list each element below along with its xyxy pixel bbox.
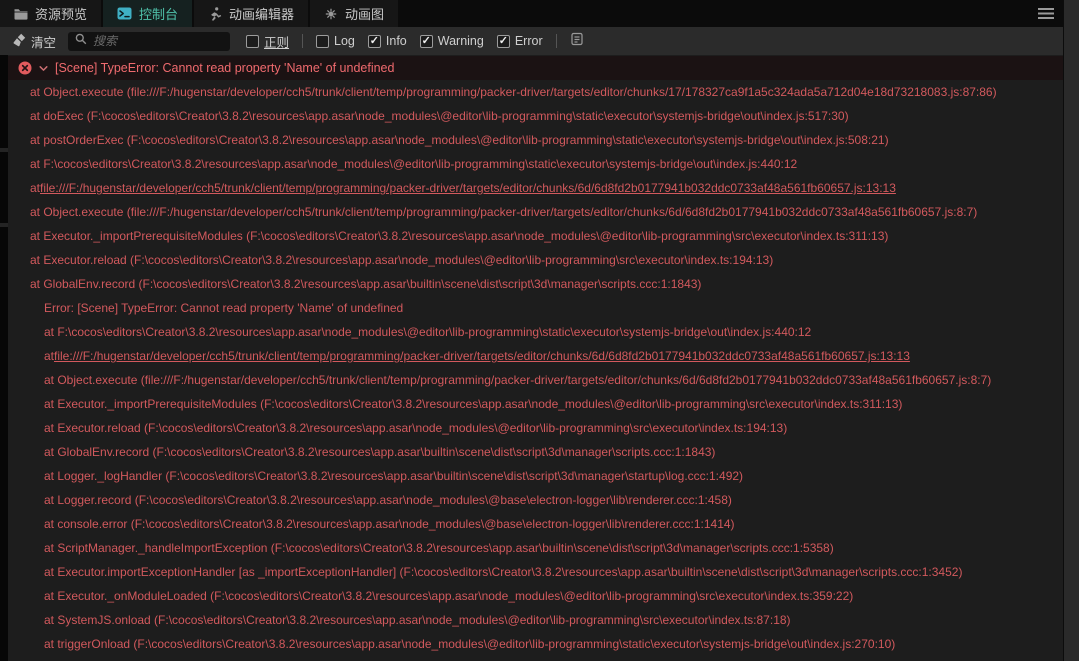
stack-line-text: at Executor.reload (F:\cocos\editors\Cre…	[30, 253, 774, 267]
filter-log[interactable]: Log	[316, 34, 355, 48]
toolbar-separator	[555, 34, 557, 48]
tab-label: 资源预览	[35, 7, 88, 22]
stack-line-text: at Object.execute (file:///F:/hugenstar/…	[30, 85, 997, 99]
stack-trace-line: at Executor.importExceptionHandler [as _…	[8, 560, 1063, 584]
filter-info[interactable]: ✓ Info	[367, 34, 407, 48]
stack-trace-line: at triggerOnload (F:\cocos\editors\Creat…	[8, 632, 1063, 656]
stack-trace-line: at console.error (F:\cocos\editors\Creat…	[8, 512, 1063, 536]
stack-line-text: at doExec (F:\cocos\editors\Creator\3.8.…	[30, 109, 849, 123]
filter-warning-label: Warning	[437, 34, 484, 48]
tab-panel-2[interactable]: 动画编辑器	[194, 0, 309, 27]
console-log-area[interactable]: [Scene] TypeError: Cannot read property …	[8, 55, 1063, 661]
stack-trace-line: at GlobalEnv.record (F:\cocos\editors\Cr…	[8, 440, 1063, 464]
stack-trace-line: at Executor.reload (F:\cocos\editors\Cre…	[8, 416, 1063, 440]
stack-trace-line: at Logger.record (F:\cocos\editors\Creat…	[8, 488, 1063, 512]
stack-line-text: at Executor._onModuleLoaded (F:\cocos\ed…	[44, 589, 854, 603]
stack-trace-line: at F:\cocos\editors\Creator\3.8.2\resour…	[8, 152, 1063, 176]
stack-trace-line: at file:///F:/hugenstar/developer/cch5/t…	[8, 176, 1063, 200]
log-filters: 正则 Log ✓ Info ✓ Warning ✓ Error	[246, 32, 584, 51]
filter-log-checkbox[interactable]	[316, 34, 330, 48]
stack-line-text: at Executor._importPrerequisiteModules (…	[30, 229, 889, 243]
tab-label: 动画编辑器	[229, 7, 295, 22]
stack-trace-line: at F:\cocos\editors\Creator\3.8.2\resour…	[8, 320, 1063, 344]
runner-icon	[208, 6, 222, 21]
stack-trace-line: at doExec (F:\cocos\editors\Creator\3.8.…	[8, 104, 1063, 128]
stack-trace-line: at Logger._logHandler (F:\cocos\editors\…	[8, 464, 1063, 488]
stack-line-text: at GlobalEnv.record (F:\cocos\editors\Cr…	[44, 445, 716, 459]
filter-info-label: Info	[385, 34, 407, 48]
error-icon	[18, 61, 32, 75]
filter-log-label: Log	[334, 34, 355, 48]
console-scrollbar-track[interactable]	[1063, 0, 1079, 661]
anim-graph-icon	[324, 7, 338, 21]
tab-console[interactable]: 控制台	[103, 0, 193, 27]
terminal-icon	[117, 7, 132, 20]
tab-label: 动画图	[345, 7, 385, 22]
stack-trace-line: at SystemJS.onload (F:\cocos\editors\Cre…	[8, 608, 1063, 632]
tab-panel-3[interactable]: 动画图	[310, 0, 399, 27]
stack-line-text: at postOrderExec (F:\cocos\editors\Creat…	[30, 133, 889, 147]
open-log-file-button[interactable]	[570, 32, 584, 51]
error-log-entry[interactable]: [Scene] TypeError: Cannot read property …	[8, 56, 1063, 80]
stack-trace-line: at Executor._onModuleLoaded (F:\cocos\ed…	[8, 584, 1063, 608]
stack-trace-line: at file:///F:/hugenstar/developer/cch5/t…	[8, 344, 1063, 368]
stack-trace-line: at Object.execute (file:///F:/hugenstar/…	[8, 80, 1063, 104]
regex-filter[interactable]: 正则	[246, 32, 289, 51]
filter-warning-checkbox[interactable]: ✓	[419, 34, 433, 48]
stack-line-text: at Executor._importPrerequisiteModules (…	[44, 397, 903, 411]
filter-error-label: Error	[514, 34, 543, 48]
clear-console-button[interactable]: 清空	[12, 32, 56, 51]
panel-tab-bar: 资源预览 控制台 动画编辑器 动画图	[0, 0, 1063, 27]
broom-clear-icon	[12, 33, 26, 50]
stack-line-text: at F:\cocos\editors\Creator\3.8.2\resour…	[30, 157, 798, 171]
stack-file-link[interactable]: file:///F:/hugenstar/developer/cch5/trun…	[40, 181, 896, 195]
filter-error-checkbox[interactable]: ✓	[496, 34, 510, 48]
stack-line-text: at Object.execute (file:///F:/hugenstar/…	[44, 373, 992, 387]
toolbar-separator	[302, 34, 304, 48]
clear-button-label: 清空	[31, 35, 57, 50]
chevron-down-icon[interactable]	[38, 63, 49, 74]
hamburger-menu-icon	[1037, 7, 1055, 25]
left-dock-edge	[0, 55, 8, 661]
stack-line-text: Error: [Scene] TypeError: Cannot read pr…	[44, 301, 404, 315]
stack-line-text: at Object.execute (file:///F:/hugenstar/…	[30, 205, 978, 219]
console-toolbar: 清空 正则 Log ✓ Info ✓ Warning ✓ Error	[0, 27, 1079, 55]
stack-trace-line: at Object.execute (file:///F:/hugenstar/…	[8, 200, 1063, 224]
search-icon	[75, 32, 87, 50]
panel-menu-button[interactable]	[1037, 7, 1055, 25]
stack-trace-line: at Executor.reload (F:\cocos\editors\Cre…	[8, 248, 1063, 272]
stack-trace-line: at Executor._importPrerequisiteModules (…	[8, 224, 1063, 248]
stack-line-text: at ScriptManager._handleImportException …	[44, 541, 834, 555]
regex-filter-label: 正则	[264, 35, 290, 50]
search-box[interactable]	[68, 31, 231, 51]
tab-label: 控制台	[139, 7, 179, 22]
stack-trace-line: at ScriptManager._handleImportException …	[8, 536, 1063, 560]
stack-line-text: at SystemJS.onload (F:\cocos\editors\Cre…	[44, 613, 791, 627]
log-file-icon	[570, 32, 584, 51]
stack-line-text: at GlobalEnv.record (F:\cocos\editors\Cr…	[30, 277, 702, 291]
stack-line-prefix: at	[44, 349, 55, 363]
folder-icon	[14, 8, 28, 20]
stack-trace-line: at postOrderExec (F:\cocos\editors\Creat…	[8, 128, 1063, 152]
stack-trace-line: at Object.execute (file:///F:/hugenstar/…	[8, 368, 1063, 392]
regex-filter-checkbox[interactable]	[246, 34, 260, 48]
stack-line-text: at Executor.importExceptionHandler [as _…	[44, 565, 963, 579]
filter-info-checkbox[interactable]: ✓	[367, 34, 381, 48]
stack-line-text: at Logger.record (F:\cocos\editors\Creat…	[44, 493, 732, 507]
stack-file-link[interactable]: file:///F:/hugenstar/developer/cch5/trun…	[54, 349, 910, 363]
filter-error[interactable]: ✓ Error	[496, 34, 543, 48]
stack-line-text: at F:\cocos\editors\Creator\3.8.2\resour…	[44, 325, 812, 339]
stack-trace-line: at Executor._importPrerequisiteModules (…	[8, 392, 1063, 416]
stack-line-text: at Logger._logHandler (F:\cocos\editors\…	[44, 469, 744, 483]
stack-line-text: at triggerOnload (F:\cocos\editors\Creat…	[44, 637, 896, 651]
error-message: [Scene] TypeError: Cannot read property …	[55, 61, 395, 75]
stack-trace-line: Error: [Scene] TypeError: Cannot read pr…	[8, 296, 1063, 320]
filter-warning[interactable]: ✓ Warning	[419, 34, 484, 48]
tab-panel-0[interactable]: 资源预览	[0, 0, 102, 27]
stack-line-text: at console.error (F:\cocos\editors\Creat…	[44, 517, 735, 531]
stack-line-text: at Executor.reload (F:\cocos\editors\Cre…	[44, 421, 788, 435]
search-input[interactable]	[93, 34, 224, 48]
stack-line-prefix: at	[30, 181, 41, 195]
stack-trace-line: at GlobalEnv.record (F:\cocos\editors\Cr…	[8, 272, 1063, 296]
